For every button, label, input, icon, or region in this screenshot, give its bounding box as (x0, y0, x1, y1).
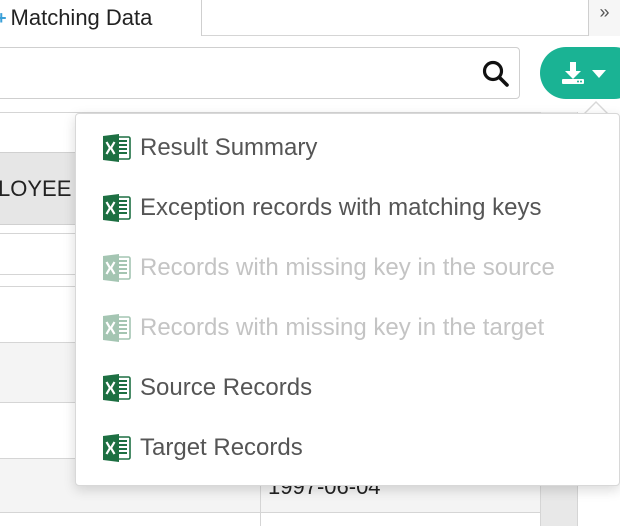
search-input[interactable] (0, 48, 457, 96)
search-box (0, 47, 520, 99)
table-row (0, 342, 80, 402)
excel-icon (102, 193, 132, 223)
export-menu-item-label: Result Summary (140, 134, 318, 161)
excel-icon (102, 253, 132, 283)
search-icon[interactable] (481, 59, 511, 89)
excel-icon (102, 373, 132, 403)
export-menu-item: Records with missing key in the target (76, 298, 619, 358)
tab-matching-data[interactable]: + Matching Data (0, 0, 202, 36)
table-row-divider (0, 342, 80, 343)
tab-label: Matching Data (10, 5, 153, 30)
tab-overflow-button[interactable]: » (588, 0, 620, 36)
double-chevron-right-icon: » (599, 2, 610, 22)
export-menu-item[interactable]: Result Summary (76, 118, 619, 178)
export-menu-item[interactable]: Exception records with matching keys (76, 178, 619, 238)
export-menu: Result Summary Exception records with mat… (75, 113, 620, 486)
export-menu-item[interactable]: Target Records (76, 418, 619, 478)
excel-icon (102, 313, 132, 343)
table-row-divider (0, 402, 80, 403)
chevron-down-icon (592, 70, 606, 78)
export-menu-item-label: Source Records (140, 374, 313, 401)
export-menu-item[interactable]: Source Records (76, 358, 619, 418)
excel-icon (102, 433, 132, 463)
table-row-divider (0, 286, 80, 287)
export-menu-item-label: Records with missing key in the target (140, 314, 545, 341)
table-row-divider (0, 233, 80, 234)
export-dropdown-button[interactable] (540, 47, 620, 99)
download-icon (562, 62, 584, 84)
column-header-label: LOYEE (0, 176, 72, 201)
tab-bar: + Matching Data » (0, 0, 620, 36)
table-row-divider (0, 274, 80, 275)
export-menu-item-label: Exception records with matching keys (140, 194, 542, 221)
expand-icon: + (0, 8, 7, 28)
export-menu-item-label: Records with missing key in the source (140, 254, 555, 281)
excel-icon (102, 133, 132, 163)
export-menu-item-label: Target Records (140, 434, 303, 461)
table-row-divider (0, 512, 540, 513)
export-menu-item: Records with missing key in the source (76, 238, 619, 298)
